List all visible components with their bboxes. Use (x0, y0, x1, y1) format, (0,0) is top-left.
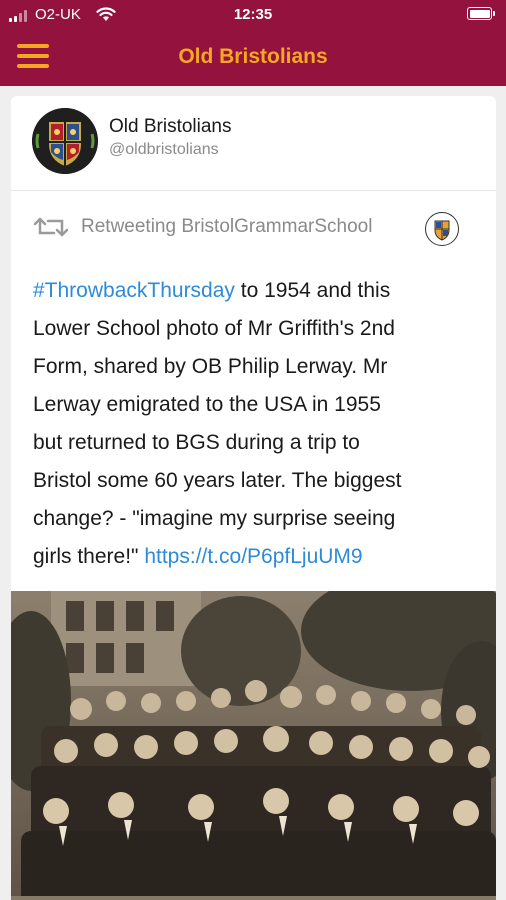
post-author-header[interactable]: Old Bristolians @oldbristolians (11, 96, 496, 191)
tweet-line: but returned to BGS during a trip to (33, 431, 360, 454)
status-bar: O2-UK 12:35 (0, 0, 506, 30)
tweet-line: #ThrowbackThursday to 1954 and this (33, 279, 391, 302)
crest-icon (32, 108, 98, 174)
tweet-line: change? - "imagine my surprise seeing (33, 507, 396, 530)
status-time: 12:35 (233, 6, 273, 23)
page-title: Old Bristolians (178, 45, 328, 68)
post-photo[interactable] (11, 591, 496, 900)
post-card[interactable]: Old Bristolians @oldbristolians Retweeti… (11, 96, 496, 900)
tweet-line: Bristol some 60 years later. The biggest (33, 469, 402, 492)
hashtag-link[interactable]: #ThrowbackThursday (33, 279, 235, 302)
retweeted-account-avatar[interactable] (425, 212, 459, 246)
school-class-photo (11, 591, 496, 900)
retweet-icon (33, 217, 69, 237)
tweet-line: girls there!" https://t.co/P6pfLjuUM9 (33, 545, 363, 568)
tweet-text: #ThrowbackThursday to 1954 and this Lowe… (33, 272, 483, 576)
app-header: O2-UK 12:35 Old Bristolians (0, 0, 506, 86)
retweet-label: Retweeting BristolGrammarSchool (81, 216, 373, 237)
tweet-line: Lerway emigrated to the USA in 1955 (33, 393, 381, 416)
author-handle[interactable]: @oldbristolians (109, 141, 219, 159)
author-name[interactable]: Old Bristolians (109, 116, 232, 138)
author-avatar[interactable] (32, 108, 98, 174)
battery-icon (467, 7, 495, 20)
tweet-line: Lower School photo of Mr Griffith's 2nd (33, 317, 395, 340)
retweet-attribution[interactable]: Retweeting BristolGrammarSchool (32, 212, 482, 246)
school-crest-icon (427, 214, 457, 244)
tweet-url-link[interactable]: https://t.co/P6pfLjuUM9 (144, 545, 362, 568)
tweet-line: Form, shared by OB Philip Lerway. Mr (33, 355, 388, 378)
